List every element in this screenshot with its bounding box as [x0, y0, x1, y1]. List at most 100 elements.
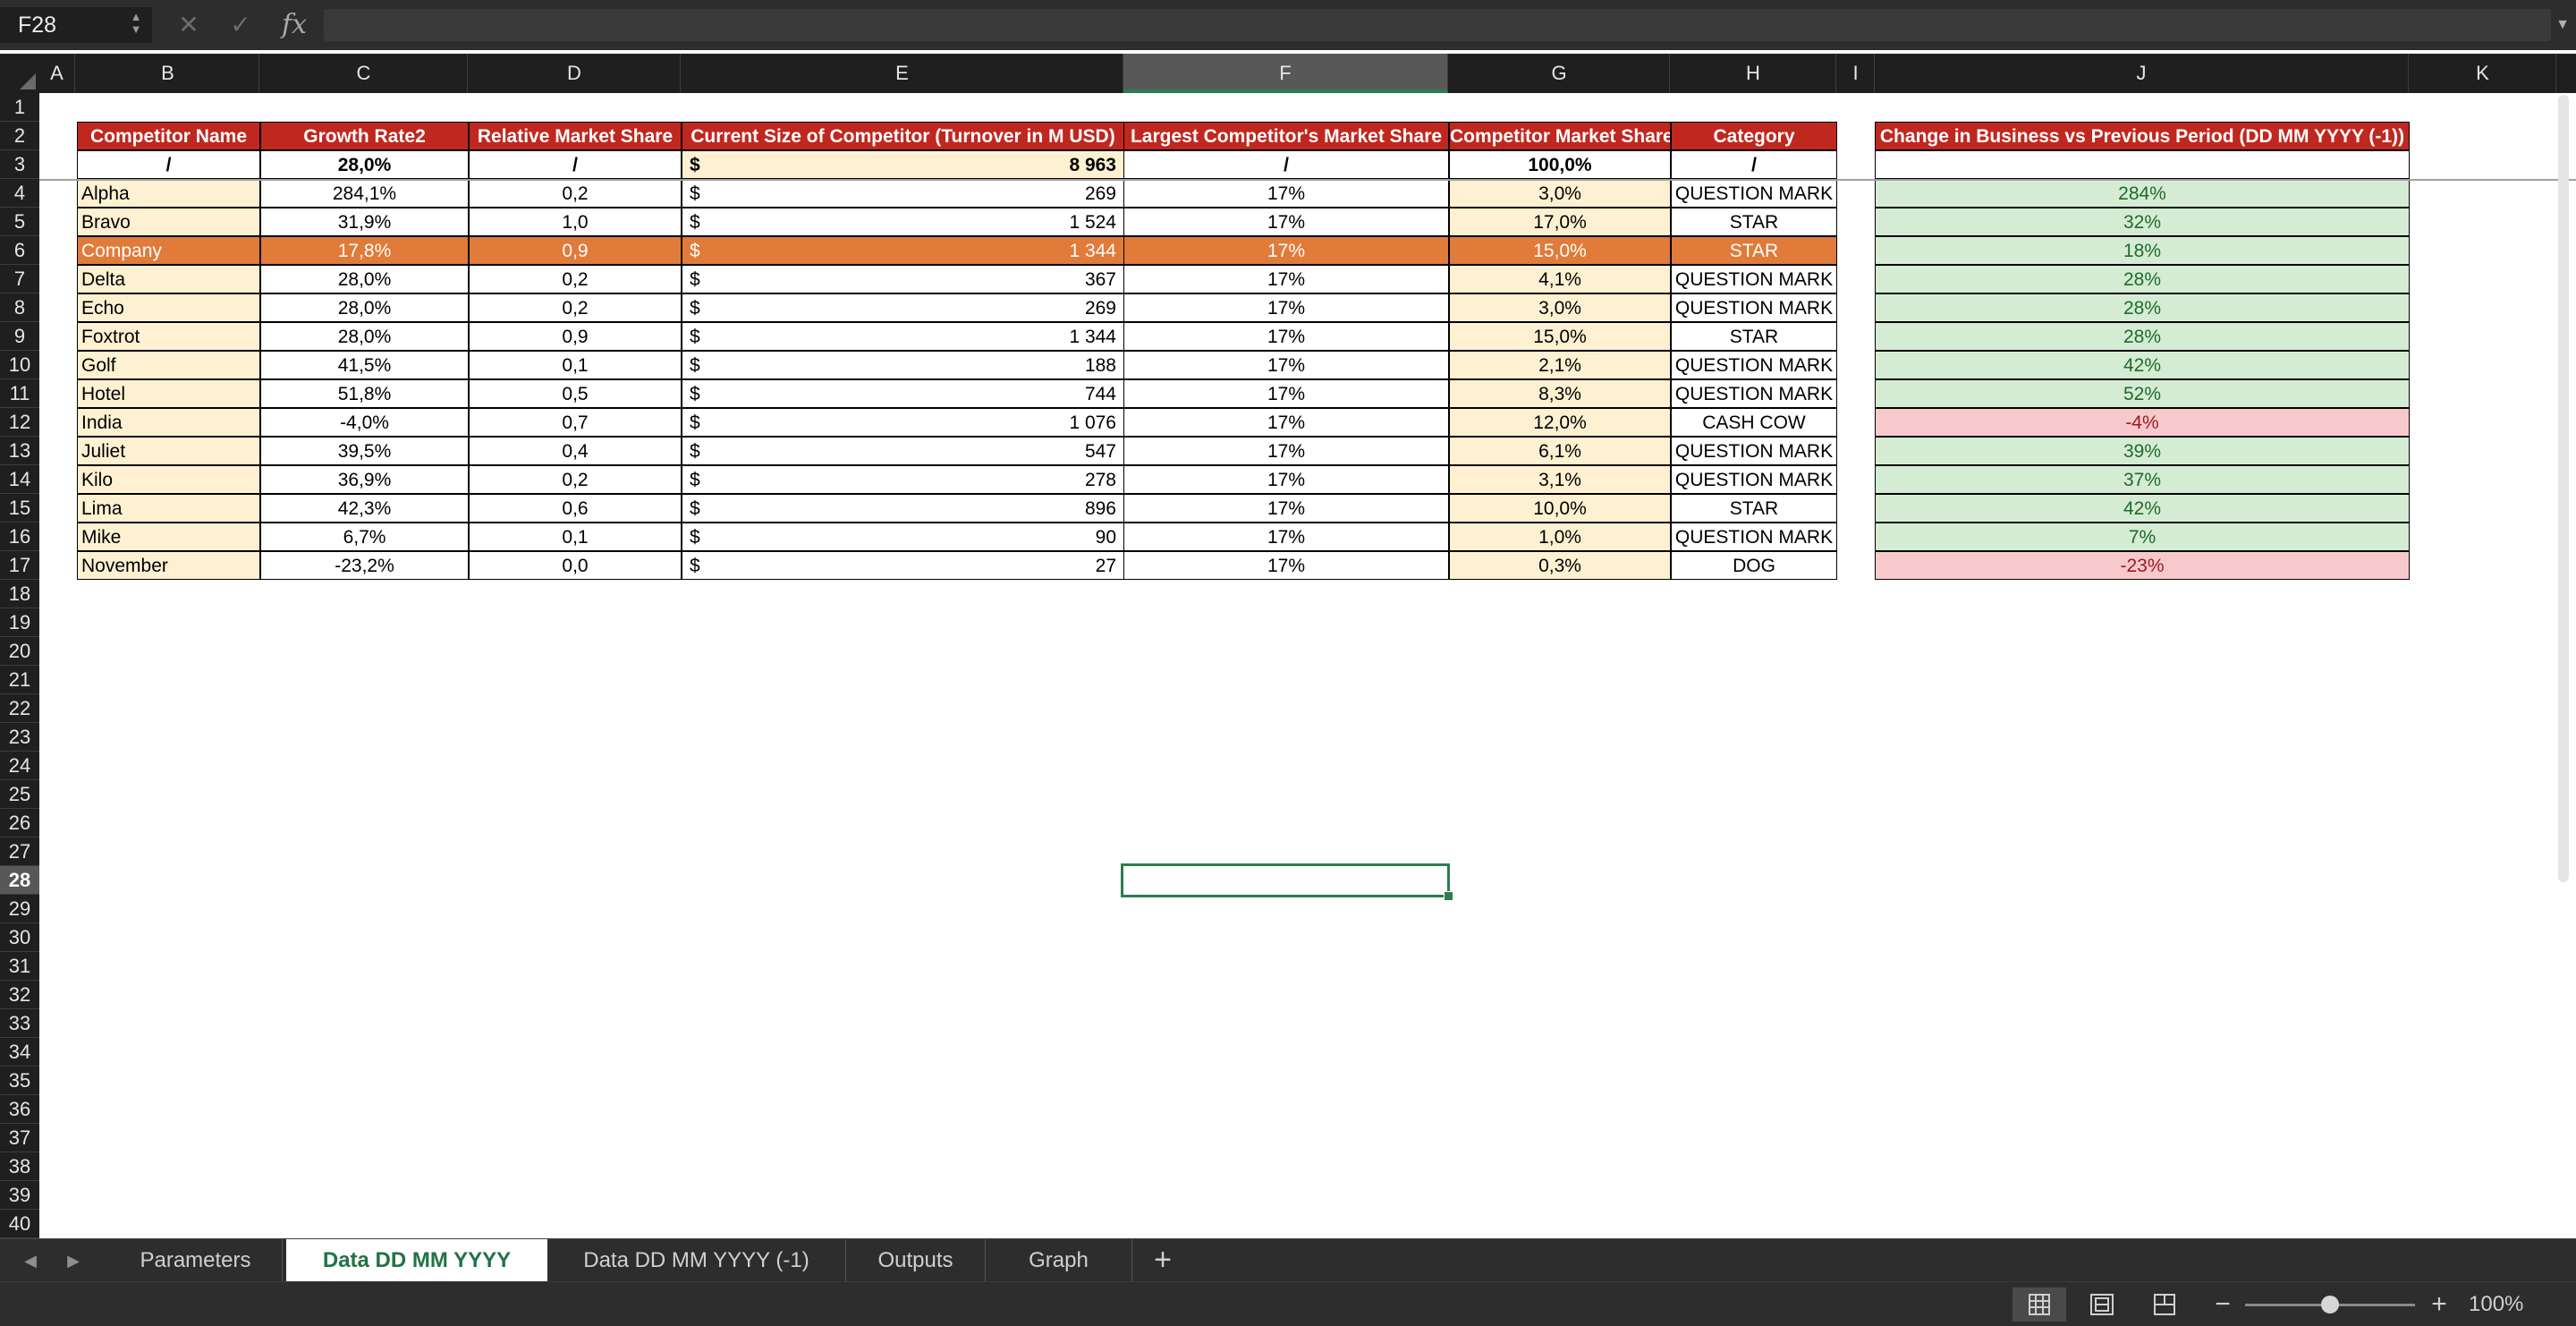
competitor-market-share[interactable]: 3,0%: [1449, 293, 1671, 322]
current-size[interactable]: $90: [682, 523, 1124, 551]
row-header-6[interactable]: 6: [0, 236, 39, 265]
row-header-1[interactable]: 1: [0, 93, 39, 122]
row-header-35[interactable]: 35: [0, 1067, 39, 1095]
competitor-market-share[interactable]: 15,0%: [1449, 236, 1671, 265]
category[interactable]: STAR: [1671, 322, 1837, 351]
row-header-25[interactable]: 25: [0, 780, 39, 809]
row-header-13[interactable]: 13: [0, 437, 39, 465]
largest-competitor-share[interactable]: 17%: [1123, 408, 1449, 437]
total-share[interactable]: 100,0%: [1449, 150, 1671, 179]
category[interactable]: STAR: [1671, 494, 1837, 523]
column-header-j[interactable]: J: [1875, 54, 2409, 93]
relative-market-share[interactable]: 0,1: [469, 523, 682, 551]
column-header-e[interactable]: E: [682, 54, 1123, 93]
current-size[interactable]: $27: [682, 551, 1124, 580]
row-header-9[interactable]: 9: [0, 322, 39, 351]
zoom-out-button[interactable]: −: [2209, 1288, 2236, 1322]
row-header-15[interactable]: 15: [0, 494, 39, 523]
selected-cell-f28[interactable]: [1121, 863, 1450, 897]
row-header-33[interactable]: 33: [0, 1009, 39, 1038]
row-header-10[interactable]: 10: [0, 351, 39, 379]
change-in-business[interactable]: 42%: [1875, 494, 2410, 523]
row-header-21[interactable]: 21: [0, 666, 39, 694]
current-size[interactable]: $188: [682, 351, 1124, 379]
largest-competitor-share[interactable]: 17%: [1123, 551, 1449, 580]
largest-competitor-share[interactable]: 17%: [1123, 293, 1449, 322]
row-header-36[interactable]: 36: [0, 1095, 39, 1124]
cancel-icon[interactable]: ✕: [174, 7, 204, 43]
competitor-market-share[interactable]: 17,0%: [1449, 208, 1671, 236]
page-layout-icon[interactable]: [2075, 1288, 2129, 1322]
competitor-name[interactable]: Delta: [77, 265, 260, 293]
competitor-market-share[interactable]: 2,1%: [1449, 351, 1671, 379]
growth-rate[interactable]: 28,0%: [260, 293, 469, 322]
largest-competitor-share[interactable]: 17%: [1123, 208, 1449, 236]
competitor-name[interactable]: Lima: [77, 494, 260, 523]
row-header-17[interactable]: 17: [0, 551, 39, 580]
row-header-27[interactable]: 27: [0, 837, 39, 866]
change-in-business[interactable]: 28%: [1875, 293, 2410, 322]
growth-rate[interactable]: 31,9%: [260, 208, 469, 236]
row-header-2[interactable]: 2: [0, 122, 39, 150]
column-header-b[interactable]: B: [77, 54, 259, 93]
competitor-name[interactable]: Mike: [77, 523, 260, 551]
next-sheet-icon[interactable]: ▶: [55, 1239, 91, 1282]
header-largest-competitor-share[interactable]: Largest Competitor's Market Share: [1123, 122, 1449, 150]
relative-market-share[interactable]: 0,2: [469, 465, 682, 494]
change-in-business[interactable]: 32%: [1875, 208, 2410, 236]
largest-competitor-share[interactable]: 17%: [1123, 465, 1449, 494]
row-header-3[interactable]: 3: [0, 150, 39, 179]
total-change[interactable]: [1875, 150, 2410, 179]
header-change-in-business[interactable]: Change in Business vs Previous Period (D…: [1875, 122, 2410, 150]
competitor-name[interactable]: Bravo: [77, 208, 260, 236]
relative-market-share[interactable]: 0,6: [469, 494, 682, 523]
competitor-market-share[interactable]: 8,3%: [1449, 379, 1671, 408]
expand-formula-bar-icon[interactable]: ▼: [2551, 9, 2574, 41]
row-header-20[interactable]: 20: [0, 637, 39, 666]
current-size[interactable]: $1 344: [682, 236, 1124, 265]
row-header-26[interactable]: 26: [0, 809, 39, 837]
row-header-4[interactable]: 4: [0, 179, 39, 208]
vertical-scrollbar[interactable]: [2558, 95, 2569, 882]
prev-sheet-icon[interactable]: ◀: [13, 1239, 48, 1282]
page-break-preview-icon[interactable]: [2138, 1288, 2191, 1322]
select-all-button[interactable]: [0, 54, 39, 93]
zoom-slider-thumb[interactable]: [2321, 1296, 2339, 1313]
category[interactable]: QUESTION MARK: [1671, 351, 1837, 379]
row-header-34[interactable]: 34: [0, 1038, 39, 1067]
relative-market-share[interactable]: 0,5: [469, 379, 682, 408]
largest-competitor-share[interactable]: 17%: [1123, 351, 1449, 379]
row-header-40[interactable]: 40: [0, 1210, 39, 1238]
competitor-name[interactable]: November: [77, 551, 260, 580]
category[interactable]: QUESTION MARK: [1671, 379, 1837, 408]
competitor-name[interactable]: India: [77, 408, 260, 437]
zoom-level[interactable]: 100%: [2469, 1288, 2540, 1322]
normal-view-icon[interactable]: [2012, 1288, 2066, 1322]
relative-market-share[interactable]: 0,1: [469, 351, 682, 379]
growth-rate[interactable]: -23,2%: [260, 551, 469, 580]
relative-market-share[interactable]: 0,2: [469, 265, 682, 293]
current-size[interactable]: $1 524: [682, 208, 1124, 236]
sheet-tab-data-dd-mm-yyyy[interactable]: Data DD MM YYYY: [286, 1239, 547, 1282]
growth-rate[interactable]: 28,0%: [260, 322, 469, 351]
header-current-size[interactable]: Current Size of Competitor (Turnover in …: [682, 122, 1124, 150]
row-header-28[interactable]: 28: [0, 866, 39, 895]
competitor-market-share[interactable]: 6,1%: [1449, 437, 1671, 465]
competitor-name[interactable]: Juliet: [77, 437, 260, 465]
relative-market-share[interactable]: 0,7: [469, 408, 682, 437]
total-name[interactable]: /: [77, 150, 260, 179]
insert-function-icon[interactable]: fx: [279, 7, 309, 43]
sheet-tab-graph[interactable]: Graph: [986, 1239, 1132, 1282]
current-size[interactable]: $367: [682, 265, 1124, 293]
sheet-tab-outputs[interactable]: Outputs: [846, 1239, 986, 1282]
relative-market-share[interactable]: 0,9: [469, 322, 682, 351]
change-in-business[interactable]: 39%: [1875, 437, 2410, 465]
row-header-30[interactable]: 30: [0, 923, 39, 952]
change-in-business[interactable]: -23%: [1875, 551, 2410, 580]
row-header-22[interactable]: 22: [0, 694, 39, 723]
competitor-market-share[interactable]: 4,1%: [1449, 265, 1671, 293]
largest-competitor-share[interactable]: 17%: [1123, 236, 1449, 265]
category[interactable]: QUESTION MARK: [1671, 179, 1837, 208]
row-header-39[interactable]: 39: [0, 1181, 39, 1210]
header-competitor-market-share[interactable]: Competitor Market Share: [1449, 122, 1671, 150]
